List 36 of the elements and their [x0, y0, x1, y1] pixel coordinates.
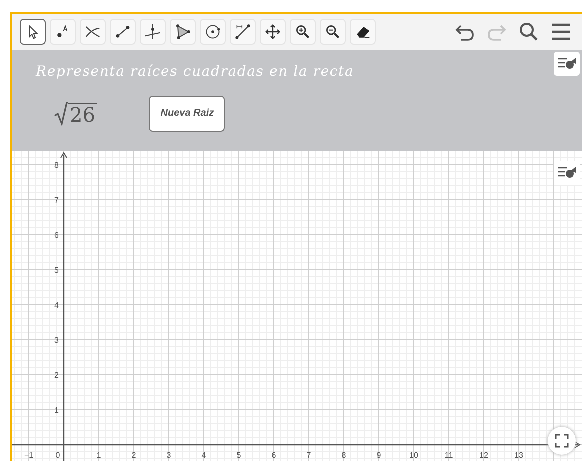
- style-bar-button[interactable]: [554, 52, 580, 76]
- perpendicular-line-icon: [143, 22, 163, 42]
- axis-label: 4: [202, 451, 206, 460]
- axis-label: 3: [166, 451, 172, 460]
- ruler-line-icon: [233, 22, 253, 42]
- axis-label: 11: [444, 451, 454, 460]
- axis-label: 2: [54, 371, 59, 380]
- axis-label: 8: [54, 161, 59, 170]
- axis-label: 3: [54, 336, 59, 345]
- axis-label: 12: [480, 451, 488, 460]
- square-root-sign-icon: [54, 102, 68, 126]
- axis-label: 13: [514, 451, 524, 460]
- axis-label: 7: [306, 451, 312, 460]
- axis-label: 7: [54, 196, 59, 205]
- tool-button[interactable]: [20, 18, 46, 45]
- axis-label: 10: [410, 451, 418, 460]
- radicand: 26: [68, 102, 98, 126]
- fullscreen-button[interactable]: [548, 427, 576, 455]
- style-options-icon: [557, 165, 577, 181]
- axis-label: 5: [236, 451, 242, 460]
- axis-label: 6: [54, 231, 59, 240]
- axis-label: 0: [56, 451, 60, 460]
- axis-label: 2: [132, 451, 136, 460]
- fullscreen-icon: [555, 434, 569, 448]
- axis-label: 5: [54, 266, 59, 275]
- axis-label: −1: [24, 451, 34, 460]
- style-bar-button[interactable]: [554, 161, 580, 185]
- axis-label: 8: [342, 451, 346, 460]
- axis-label: 6: [272, 451, 276, 460]
- axis-label: 1: [96, 451, 102, 460]
- axis-label: 4: [54, 301, 59, 310]
- axis-label: 1: [54, 406, 59, 415]
- panel-title: Representa raíces cuadradas en la recta: [36, 64, 354, 80]
- style-options-icon: [557, 56, 577, 72]
- new-root-button[interactable]: Nueva Raiz: [149, 96, 226, 132]
- axis-label: 9: [376, 451, 382, 460]
